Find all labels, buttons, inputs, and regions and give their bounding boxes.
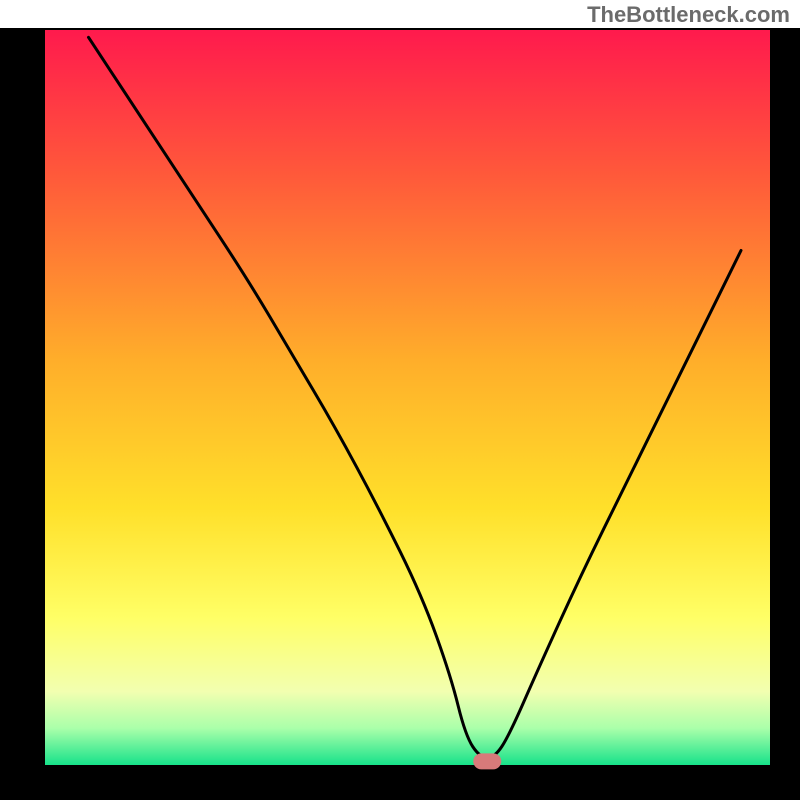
plot-background [45, 30, 770, 765]
optimal-marker [473, 753, 501, 769]
bottleneck-chart [0, 0, 800, 800]
chart-container: TheBottleneck.com [0, 0, 800, 800]
watermark-text: TheBottleneck.com [587, 2, 790, 28]
